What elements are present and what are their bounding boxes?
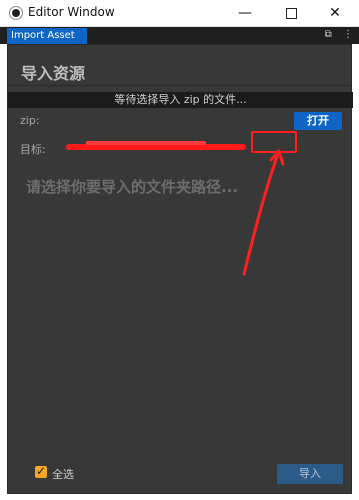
annotation-arrow	[242, 149, 285, 276]
